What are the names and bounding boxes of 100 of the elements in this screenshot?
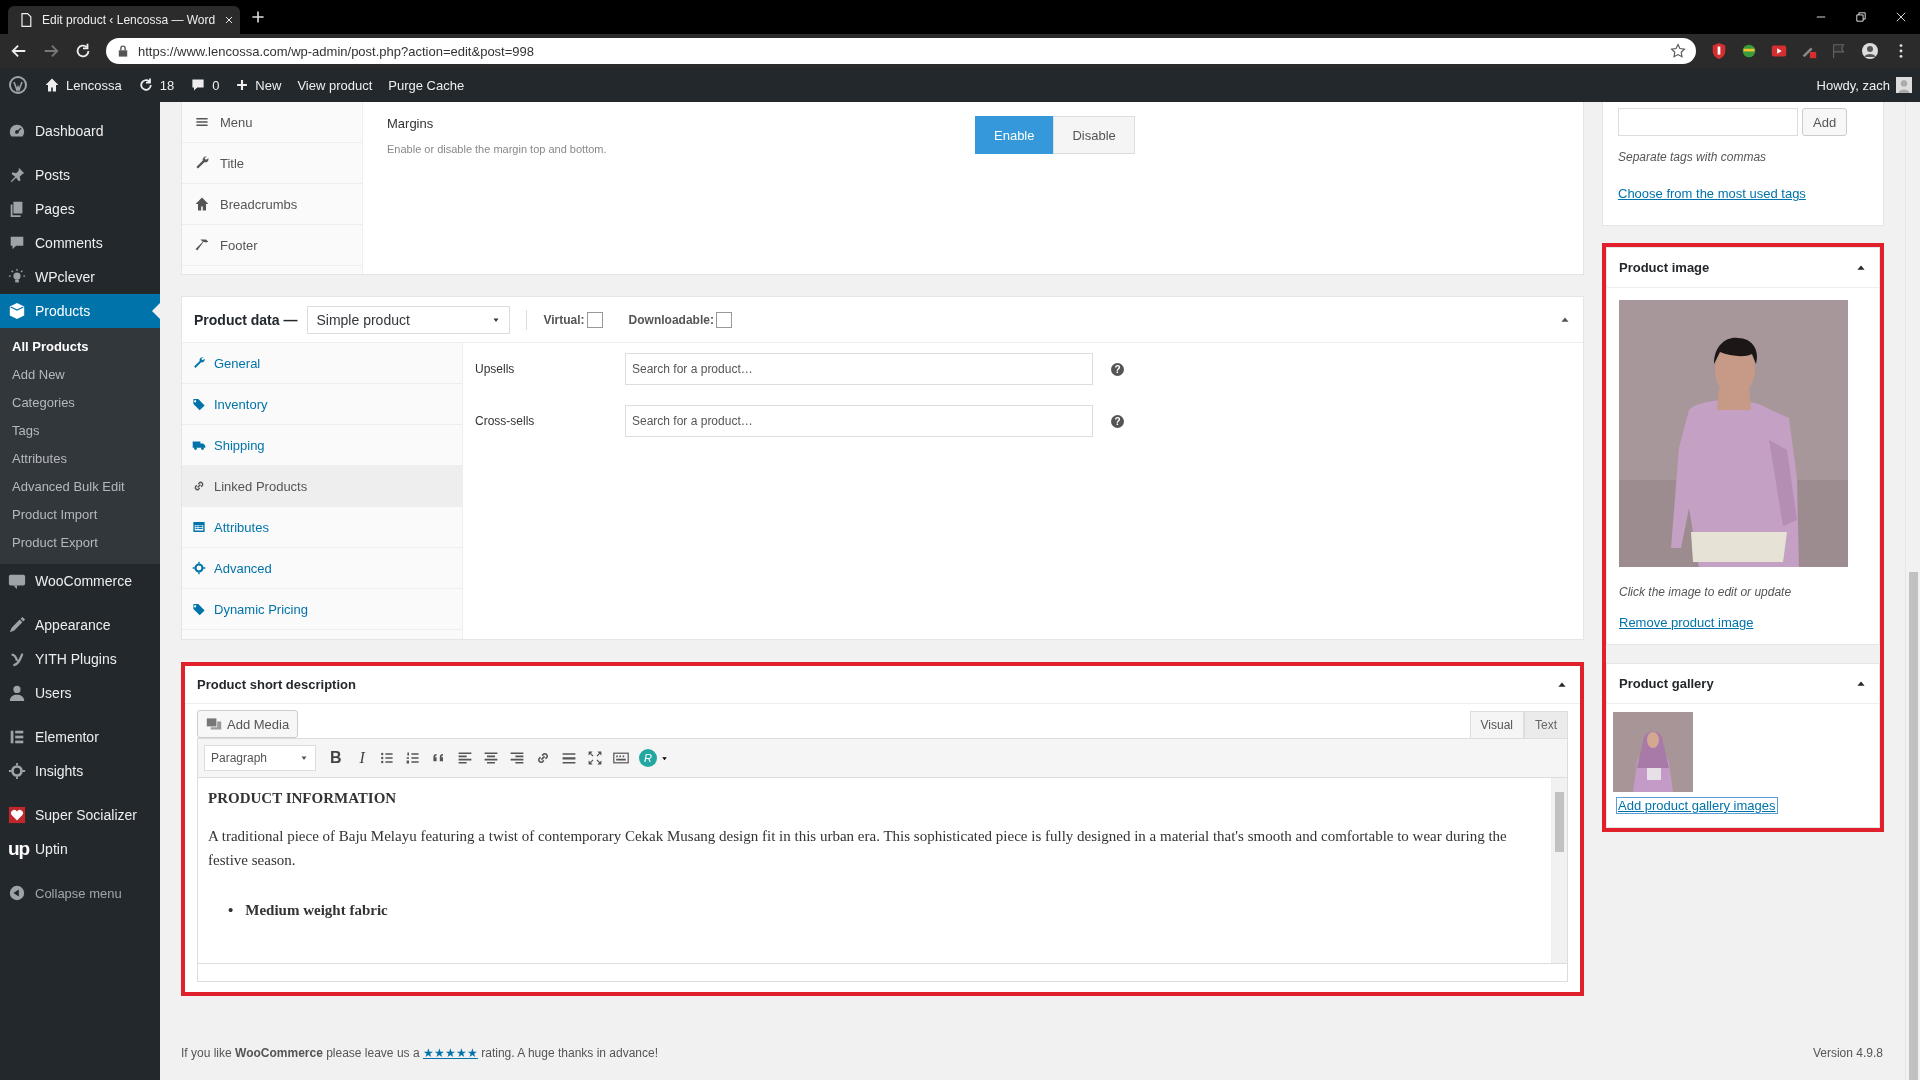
- product-data-tab[interactable]: General: [182, 343, 462, 384]
- menu-item[interactable]: up Uptin: [0, 832, 160, 866]
- submenu-item[interactable]: Product Export: [0, 530, 160, 558]
- options-tab[interactable]: Title: [182, 143, 362, 184]
- link-icon: [192, 479, 206, 493]
- profile-icon[interactable]: [1860, 41, 1880, 61]
- bold-button[interactable]: B: [326, 749, 346, 767]
- product-data-tab[interactable]: Linked Products: [182, 466, 462, 507]
- globe-icon[interactable]: [1740, 42, 1758, 60]
- checkbox[interactable]: [715, 311, 732, 328]
- greeting-link[interactable]: Howdy, zach: [1816, 77, 1890, 93]
- submenu-item[interactable]: Advanced Bulk Edit: [0, 474, 160, 502]
- editor-tab[interactable]: Visual: [1469, 711, 1524, 738]
- menu-item[interactable]: Super Socializer: [0, 798, 160, 832]
- updates-link[interactable]: 18: [137, 77, 175, 93]
- wrench-icon: [192, 356, 206, 370]
- help-icon[interactable]: ?: [1111, 362, 1124, 376]
- product-data-tab[interactable]: Advanced: [182, 548, 462, 589]
- footer-text: If you like WooCommerce please leave us a ★★★★★ rating. A huge thanks in advance!: [181, 1046, 660, 1060]
- submenu-item[interactable]: Tags: [0, 418, 160, 446]
- site-link[interactable]: Lencossa: [44, 77, 122, 93]
- horizontal-rule-icon[interactable]: [560, 750, 577, 766]
- product-type-select[interactable]: Simple product: [307, 305, 511, 334]
- menu-item[interactable]: Dashboard: [0, 114, 160, 148]
- rating-link[interactable]: ★★★★★: [422, 1046, 478, 1060]
- submenu-item[interactable]: Categories: [0, 390, 160, 418]
- forward-icon[interactable]: [42, 42, 60, 60]
- checkbox-label: Downloadable:: [628, 312, 714, 327]
- new-tab-icon[interactable]: [250, 9, 266, 25]
- search-field[interactable]: Search for a product…: [625, 405, 1093, 437]
- menu-item[interactable]: Elementor: [0, 720, 160, 754]
- menu-item[interactable]: Insights: [0, 754, 160, 788]
- remove-image-link[interactable]: Remove product image: [1619, 615, 1754, 630]
- menu-item[interactable]: YITH Plugins: [0, 642, 160, 676]
- address-bar[interactable]: https://www.lencossa.com/wp-admin/post.php?action=edit&post=998: [106, 38, 1696, 64]
- tag-input[interactable]: [1618, 108, 1798, 136]
- align-left-icon[interactable]: [456, 750, 473, 766]
- menu-item[interactable]: WooCommerce: [0, 564, 160, 598]
- product-data-tab[interactable]: Dynamic Pricing: [182, 589, 462, 630]
- help-icon[interactable]: ?: [1111, 414, 1124, 428]
- menu-item[interactable]: Posts: [0, 158, 160, 192]
- toggle-option[interactable]: Disable: [1053, 116, 1135, 154]
- editor-scrollbar[interactable]: [1551, 778, 1567, 963]
- format-select[interactable]: Paragraph: [204, 745, 316, 771]
- options-tab[interactable]: Menu: [182, 102, 362, 143]
- admin-bar-link[interactable]: Purge Cache: [388, 77, 465, 93]
- add-gallery-images-link[interactable]: Add product gallery images: [1617, 798, 1777, 813]
- hammer-icon: [194, 237, 210, 253]
- submenu-item[interactable]: Product Import: [0, 502, 160, 530]
- user-icon: [8, 684, 26, 702]
- refresh-icon: [137, 77, 154, 93]
- options-tab[interactable]: Footer: [182, 225, 362, 266]
- version-text: Version 4.9.8: [1812, 1046, 1883, 1060]
- submenu-item[interactable]: Add New: [0, 362, 160, 390]
- plus-icon: [235, 78, 250, 92]
- align-right-icon[interactable]: [508, 750, 525, 766]
- new-link[interactable]: New: [235, 77, 282, 93]
- shield-icon[interactable]: [1710, 42, 1728, 60]
- menu-item[interactable]: Comments: [0, 226, 160, 260]
- checkbox[interactable]: [586, 311, 603, 328]
- close-icon[interactable]: [1894, 10, 1908, 24]
- comments-link[interactable]: 0: [190, 77, 220, 93]
- content-paragraph: A traditional piece of Baju Melayu featuring a twist of contemporary Cekak Musang design fit in this urban era. This sophisticated piece is fully designed in a material that's smooth and comfortable to wear during the festive season.: [208, 827, 1508, 870]
- search-field[interactable]: Search for a product…: [625, 353, 1093, 385]
- page-scrollbar[interactable]: [1905, 102, 1920, 1080]
- restore-icon[interactable]: [1854, 10, 1868, 24]
- panel-title: Product data —: [194, 311, 298, 328]
- add-media-button[interactable]: Add Media: [197, 710, 299, 738]
- wordpress-logo-icon[interactable]: [8, 75, 28, 95]
- collapse-menu-button[interactable]: Collapse menu: [0, 876, 160, 910]
- pushpin-icon: [8, 166, 26, 184]
- most-used-tags-link[interactable]: Choose from the most used tags: [1618, 186, 1806, 201]
- reload-icon[interactable]: [74, 42, 92, 60]
- add-button[interactable]: Add: [1802, 108, 1848, 136]
- options-tab[interactable]: Breadcrumbs: [182, 184, 362, 225]
- star-icon[interactable]: [1670, 43, 1686, 59]
- menu-item[interactable]: WPclever: [0, 260, 160, 294]
- bullet-marker: •: [228, 901, 234, 920]
- menu-item[interactable]: Pages: [0, 192, 160, 226]
- menu-item[interactable]: Users: [0, 676, 160, 710]
- back-icon[interactable]: [10, 42, 28, 60]
- panel-title: Product gallery: [1619, 676, 1715, 691]
- italic-button[interactable]: I: [355, 749, 369, 767]
- tag-icon: [192, 602, 206, 616]
- submenu-item[interactable]: All Products: [0, 334, 160, 362]
- browser-tab[interactable]: Edit product ‹ Lencossa — Word: [8, 6, 240, 34]
- align-center-icon[interactable]: [482, 750, 499, 766]
- editor-tab[interactable]: Text: [1524, 711, 1568, 738]
- submenu-item[interactable]: Attributes: [0, 446, 160, 474]
- fullscreen-icon[interactable]: [586, 750, 603, 766]
- admin-bar-link[interactable]: View product: [297, 77, 373, 93]
- keyboard-icon[interactable]: [612, 750, 629, 766]
- tags-hint: Separate tags with commas: [1618, 150, 1768, 164]
- bullet-list-icon[interactable]: [378, 750, 395, 766]
- tag-icon: [192, 397, 206, 411]
- product-data-tab[interactable]: Inventory: [182, 384, 462, 425]
- numbered-list-icon[interactable]: [404, 750, 421, 766]
- menu-item[interactable]: Products: [0, 294, 160, 328]
- product-data-tab[interactable]: Attributes: [182, 507, 462, 548]
- menu-item[interactable]: Appearance: [0, 608, 160, 642]
